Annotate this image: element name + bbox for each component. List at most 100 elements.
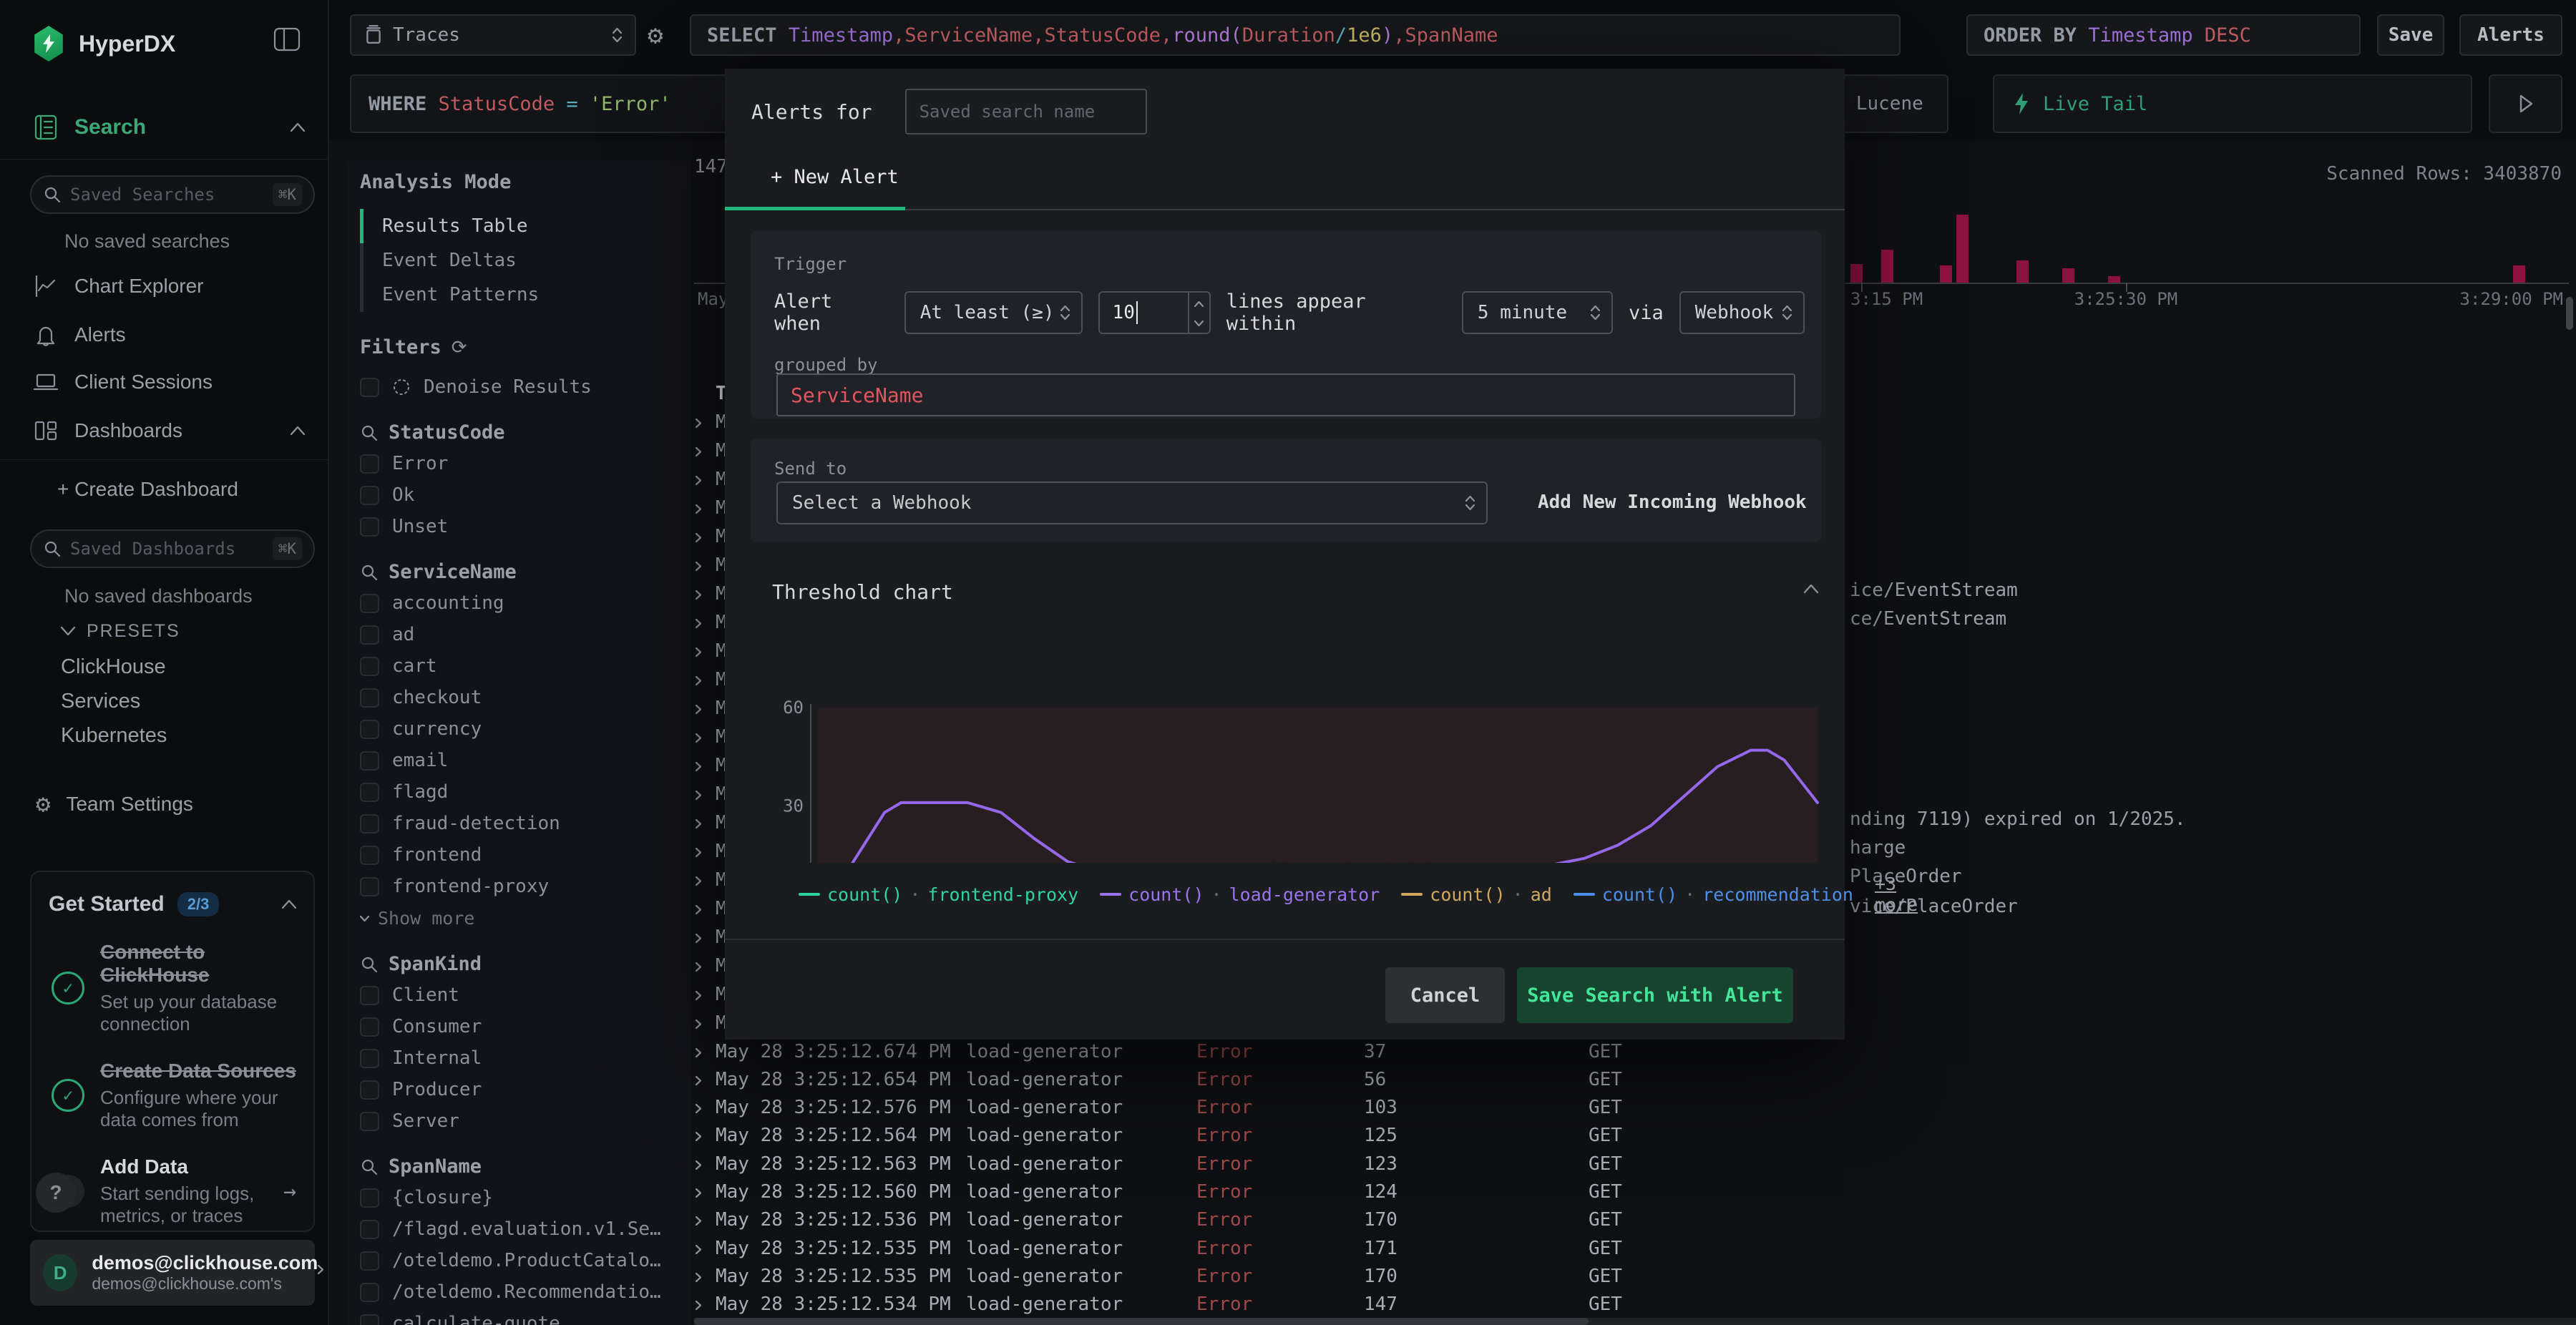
checkbox[interactable]: [360, 454, 379, 474]
expand-row-icon[interactable]: [695, 411, 702, 433]
checkbox[interactable]: [360, 1111, 379, 1131]
filter-option[interactable]: frontend: [360, 839, 691, 871]
filter-option[interactable]: fraud-detection: [360, 808, 691, 839]
checkbox[interactable]: [360, 813, 379, 833]
checkbox[interactable]: [360, 593, 379, 613]
histogram-bar[interactable]: [1940, 265, 1952, 283]
checkbox[interactable]: [360, 688, 379, 708]
expand-row-icon[interactable]: [695, 1041, 702, 1062]
horizontal-scrollbar-thumb[interactable]: [694, 1318, 1589, 1325]
table-row[interactable]: May 28 3:25:12.534 PM load-generator Error…: [691, 1291, 2576, 1319]
expand-row-icon[interactable]: [695, 583, 702, 605]
expand-row-icon[interactable]: [695, 1209, 702, 1231]
checkbox[interactable]: [360, 1314, 379, 1325]
filter-option[interactable]: Client: [360, 979, 691, 1011]
checkbox[interactable]: [360, 1251, 379, 1271]
run-query-button[interactable]: [2489, 74, 2562, 133]
filter-option[interactable]: {closure}: [360, 1182, 691, 1213]
table-row[interactable]: May 28 3:25:12.536 PM load-generator Error…: [691, 1206, 2576, 1234]
histogram-bar[interactable]: [1881, 250, 1893, 283]
analysis-mode-event-deltas[interactable]: Event Deltas: [360, 243, 691, 278]
grouped-by-input[interactable]: ServiceName: [776, 373, 1795, 416]
vertical-scrollbar[interactable]: [2566, 297, 2573, 330]
preset-dashboard-clickhouse[interactable]: ClickHouse: [61, 655, 166, 679]
legend-item[interactable]: count() · frontend-proxy: [799, 884, 1078, 905]
expand-row-icon[interactable]: [695, 841, 702, 862]
filter-option[interactable]: Unset: [360, 511, 691, 542]
legend-item[interactable]: count() · load-generator: [1100, 884, 1380, 905]
filter-option[interactable]: /oteldemo.ProductCatalo…: [360, 1245, 691, 1276]
checkbox[interactable]: [360, 1282, 379, 1302]
source-settings-gear-icon[interactable]: ⚙: [648, 21, 663, 50]
legend-item[interactable]: count() · recommendation: [1573, 884, 1853, 905]
checkbox[interactable]: [360, 782, 379, 802]
checkbox[interactable]: [360, 845, 379, 865]
filter-option[interactable]: Producer: [360, 1074, 691, 1105]
filter-option[interactable]: Internal: [360, 1042, 691, 1074]
preset-dashboard-kubernetes[interactable]: Kubernetes: [61, 724, 167, 748]
add-webhook-button[interactable]: Add New Incoming Webhook: [1538, 492, 1807, 513]
checkbox[interactable]: [360, 876, 379, 896]
get-started-item[interactable]: 3Add DataStart sending logs, metrics, or…: [31, 1131, 313, 1227]
legend-item[interactable]: count() · ad: [1401, 884, 1552, 905]
channel-select[interactable]: Webhook: [1679, 291, 1805, 334]
horizontal-scrollbar-track[interactable]: [694, 1318, 2576, 1325]
expand-row-icon[interactable]: [695, 869, 702, 891]
checkbox[interactable]: [360, 625, 379, 645]
analysis-mode-event-patterns[interactable]: Event Patterns: [360, 278, 691, 312]
expand-row-icon[interactable]: [695, 1153, 702, 1175]
expand-row-icon[interactable]: [695, 526, 702, 547]
expand-row-icon[interactable]: [695, 955, 702, 977]
sidebar-item-search[interactable]: Search: [33, 113, 306, 142]
show-more-button[interactable]: Show more: [360, 902, 691, 934]
denoise-checkbox-row[interactable]: Denoise Results: [360, 371, 691, 403]
help-button[interactable]: ?: [36, 1173, 76, 1213]
expand-row-icon[interactable]: [695, 783, 702, 805]
filter-option[interactable]: /oteldemo.Recommendatio…: [360, 1276, 691, 1308]
collapse-sidebar-icon[interactable]: [273, 27, 301, 52]
saved-search-name-input[interactable]: Saved search name: [904, 89, 1147, 135]
filter-option[interactable]: Error: [360, 448, 691, 479]
checkbox[interactable]: [360, 517, 379, 537]
save-button[interactable]: Save: [2377, 14, 2444, 56]
table-row[interactable]: May 28 3:25:12.535 PM load-generator Error…: [691, 1234, 2576, 1262]
table-row[interactable]: May 28 3:25:12.654 PM load-generator Error…: [691, 1065, 2576, 1093]
checkbox[interactable]: [360, 485, 379, 505]
analysis-mode-results-table[interactable]: Results Table: [360, 209, 691, 243]
expand-row-icon[interactable]: [695, 612, 702, 633]
filter-option[interactable]: accounting: [360, 587, 691, 619]
checkbox[interactable]: [360, 750, 379, 771]
number-spinner[interactable]: [1187, 293, 1209, 333]
checkbox[interactable]: [360, 1219, 379, 1239]
expand-row-icon[interactable]: [695, 1012, 702, 1034]
filter-option[interactable]: flagd: [360, 776, 691, 808]
time-window-select[interactable]: 5 minute: [1461, 291, 1613, 334]
expand-row-icon[interactable]: [695, 1294, 702, 1315]
expand-row-icon[interactable]: [695, 669, 702, 690]
expand-row-icon[interactable]: [695, 726, 702, 748]
get-started-item[interactable]: ✓ Create Data Sources Configure where your…: [31, 1035, 313, 1131]
table-row[interactable]: May 28 3:25:12.576 PM load-generator Error…: [691, 1094, 2576, 1122]
expand-row-icon[interactable]: [695, 698, 702, 719]
expand-row-icon[interactable]: [695, 1069, 702, 1090]
histogram-bar[interactable]: [2016, 260, 2029, 283]
threshold-value-input[interactable]: 10: [1098, 291, 1211, 334]
table-row[interactable]: May 28 3:25:12.563 PM load-generator Error…: [691, 1150, 2576, 1178]
expand-row-icon[interactable]: [695, 1266, 702, 1287]
user-menu-chevron-icon[interactable]: [317, 1263, 324, 1277]
table-row[interactable]: May 28 3:25:12.535 PM load-generator Error…: [691, 1262, 2576, 1290]
condition-select[interactable]: At least (≥): [904, 291, 1083, 334]
sidebar-item-team-settings[interactable]: ⚙ Team Settings: [36, 790, 193, 818]
histogram-bar[interactable]: [2513, 265, 2525, 283]
checkbox[interactable]: [360, 377, 379, 397]
legend-more-button[interactable]: +3 more: [1875, 874, 1918, 915]
webhook-select[interactable]: Select a Webhook: [776, 481, 1488, 524]
expand-row-icon[interactable]: [695, 926, 702, 948]
select-query-input[interactable]: SELECT Timestamp,ServiceName,StatusCode,…: [690, 14, 1901, 56]
sidebar-item-client-sessions[interactable]: Client Sessions: [33, 369, 213, 395]
live-tail-button[interactable]: Live Tail: [1993, 74, 2472, 133]
lucene-mode-label[interactable]: Lucene: [1856, 93, 1923, 114]
filter-option[interactable]: cart: [360, 650, 691, 682]
histogram-bar[interactable]: [1850, 264, 1863, 283]
table-row[interactable]: May 28 3:25:12.564 PM load-generator Error…: [691, 1122, 2576, 1150]
